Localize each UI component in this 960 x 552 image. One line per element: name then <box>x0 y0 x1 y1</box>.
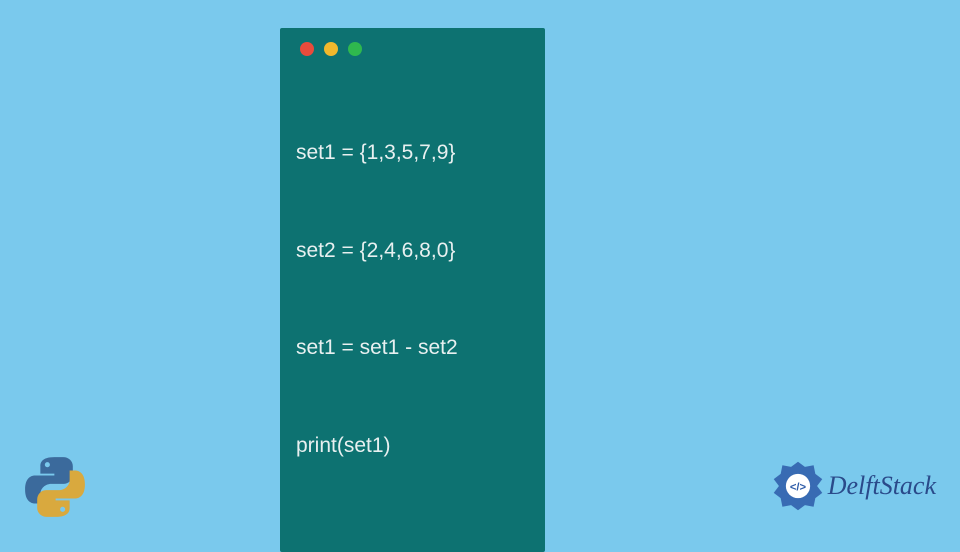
code-line: print(set1) <box>296 430 535 463</box>
svg-text:</>: </> <box>790 481 807 493</box>
delftstack-badge-icon: </> <box>772 460 824 512</box>
python-logo-icon <box>20 452 90 522</box>
brand-name: DelftStack <box>828 471 936 501</box>
close-icon <box>300 42 314 56</box>
minimize-icon <box>324 42 338 56</box>
maximize-icon <box>348 42 362 56</box>
window-controls <box>280 28 545 66</box>
code-window: set1 = {1,3,5,7,9} set2 = {2,4,6,8,0} se… <box>280 28 545 552</box>
delftstack-logo: </> DelftStack <box>772 460 936 512</box>
code-content: set1 = {1,3,5,7,9} set2 = {2,4,6,8,0} se… <box>280 66 545 536</box>
code-line: set1 = {1,3,5,7,9} <box>296 137 535 170</box>
code-line: set2 = {2,4,6,8,0} <box>296 235 535 268</box>
code-line: set1 = set1 - set2 <box>296 332 535 365</box>
